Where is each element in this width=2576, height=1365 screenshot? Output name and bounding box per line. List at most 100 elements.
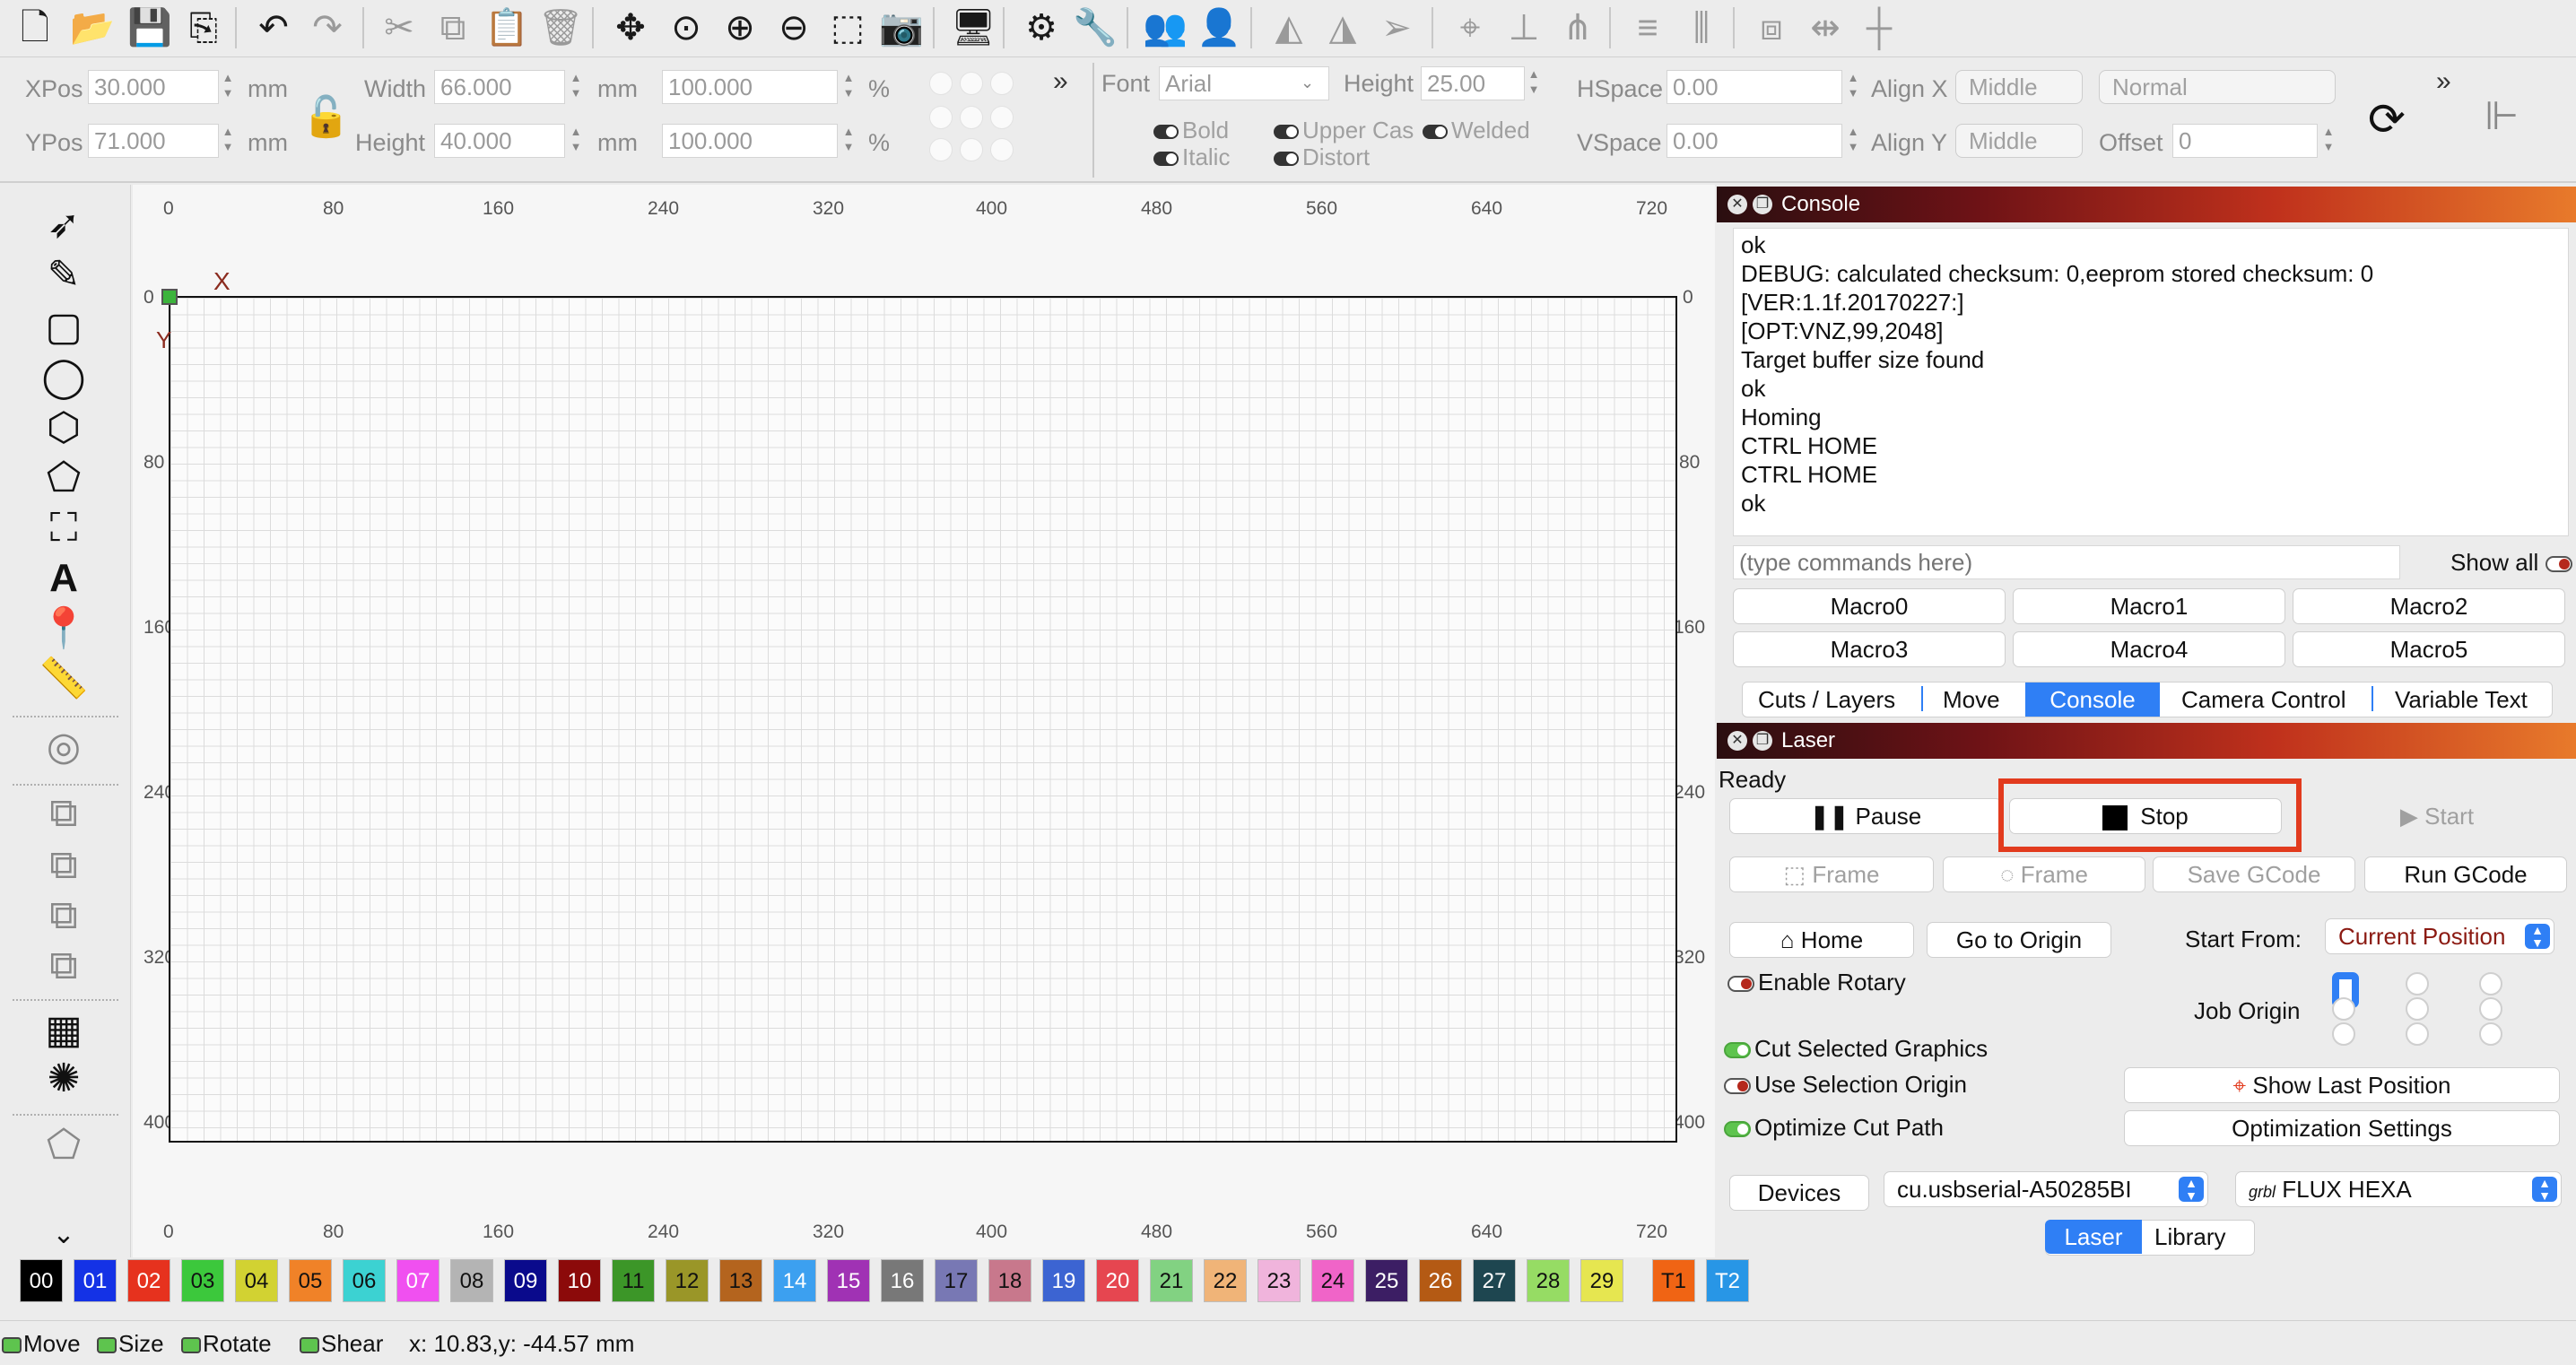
macro4-button[interactable]: Macro4 [2013, 631, 2285, 667]
mirror-h-icon[interactable]: ◭ [1266, 5, 1311, 50]
color-swatch-00[interactable]: 00 [20, 1259, 63, 1302]
zoom-fit-icon[interactable]: ⊙ [664, 5, 709, 50]
height-percent-stepper[interactable]: ▲ ▼ [841, 124, 856, 158]
enable-rotary-toggle[interactable]: Enable Rotary [1727, 969, 1906, 996]
tools-icon[interactable]: 🔧 [1073, 5, 1118, 50]
go-to-origin-button[interactable]: Go to Origin [1927, 922, 2111, 958]
color-swatch-02[interactable]: 02 [127, 1259, 170, 1302]
ellipse-icon[interactable]: ◯ [34, 355, 93, 400]
command-input[interactable] [1733, 545, 2400, 579]
ruler-icon[interactable]: 📏 [34, 656, 93, 701]
color-swatch-08[interactable]: 08 [450, 1259, 493, 1302]
welded-toggle[interactable]: Welded [1423, 117, 1530, 144]
select-rect-icon[interactable]: ⬚ [825, 5, 870, 50]
subtract-icon[interactable]: ⧉ [34, 893, 93, 938]
align-3-icon[interactable]: ⫼ [1679, 5, 1724, 50]
align-y-select[interactable]: Middle [1955, 124, 2083, 158]
float-icon[interactable]: ❐ [1753, 195, 1772, 214]
users-icon[interactable]: 👥 [1143, 5, 1188, 50]
font-height-stepper[interactable]: ▲ ▼ [1527, 66, 1541, 100]
italic-toggle[interactable]: Italic [1153, 143, 1230, 171]
cut-icon[interactable]: ✂ [377, 5, 422, 50]
tab-variable-text[interactable]: Variable Text [2395, 686, 2528, 714]
origin-ml-radio[interactable] [2332, 997, 2355, 1021]
position-frame-icon[interactable]: ⛶ [34, 506, 93, 551]
zoom-out-icon[interactable]: ⊖ [771, 5, 816, 50]
anchor-br[interactable] [990, 138, 1014, 161]
anchor-bc[interactable] [960, 138, 983, 161]
send-icon[interactable]: ➢ [1374, 5, 1419, 50]
macro2-button[interactable]: Macro2 [2293, 588, 2565, 624]
macro1-button[interactable]: Macro1 [2013, 588, 2285, 624]
anchor-mc[interactable] [960, 106, 983, 129]
macro5-button[interactable]: Macro5 [2293, 631, 2565, 667]
resize-icon[interactable]: ⇹ [1803, 5, 1848, 50]
weld-icon[interactable]: ⧉ [34, 791, 93, 836]
macro3-button[interactable]: Macro3 [1733, 631, 2006, 667]
port-select[interactable]: cu.usbserial-A50285BI ▲ ▼ [1884, 1171, 2208, 1207]
paste-icon[interactable]: 📋 [484, 5, 529, 50]
color-swatch-15[interactable]: 15 [827, 1259, 870, 1302]
color-swatch-03[interactable]: 03 [181, 1259, 224, 1302]
offset-stepper[interactable]: ▲ ▼ [2321, 124, 2336, 158]
distort-toggle[interactable]: Distort [1274, 143, 1370, 171]
show-all-toggle[interactable]: Show all [2450, 549, 2576, 577]
offset-shape-icon[interactable]: ◎ [34, 725, 93, 769]
color-swatch-13[interactable]: 13 [719, 1259, 762, 1302]
export-icon[interactable]: ⎘ [181, 5, 226, 50]
color-swatch-23[interactable]: 23 [1258, 1259, 1301, 1302]
origin-mr-radio[interactable] [2479, 997, 2502, 1021]
more-right-button[interactable]: » [2436, 66, 2451, 97]
color-swatch-T2[interactable]: T2 [1706, 1259, 1749, 1302]
height-percent-input[interactable]: 100.000 [662, 124, 838, 158]
color-swatch-27[interactable]: 27 [1473, 1259, 1516, 1302]
tab-library[interactable]: Library [2154, 1223, 2225, 1251]
width-input[interactable]: 66.000 [434, 70, 565, 104]
monitor-icon[interactable]: 🖥 [951, 5, 996, 50]
frame-circle-button[interactable]: ◌ Frame [1943, 856, 2145, 892]
color-swatch-25[interactable]: 25 [1365, 1259, 1408, 1302]
start-button[interactable]: ▶ Start [2309, 798, 2565, 834]
color-swatch-14[interactable]: 14 [773, 1259, 816, 1302]
origin-bc-radio[interactable] [2406, 1022, 2429, 1046]
anchor-ml[interactable] [929, 106, 953, 129]
vspace-input[interactable]: 0.00 [1667, 124, 1842, 158]
tab-laser[interactable]: Laser [2045, 1220, 2142, 1254]
grid-array-icon[interactable]: ▦ [34, 1008, 93, 1053]
zoom-in-icon[interactable]: ⊕ [718, 5, 762, 50]
bold-toggle[interactable]: Bold [1153, 117, 1229, 144]
more-left-button[interactable]: » [1053, 66, 1068, 97]
circular-array-icon[interactable]: ✺ [34, 1056, 93, 1101]
origin-bl-radio[interactable] [2332, 1022, 2355, 1046]
frame-rect-button[interactable]: ⬚ Frame [1729, 856, 1934, 892]
open-folder-icon[interactable]: 📂 [70, 5, 115, 50]
ypos-stepper[interactable]: ▲ ▼ [221, 124, 235, 158]
color-swatch-18[interactable]: 18 [988, 1259, 1031, 1302]
origin-tc-radio[interactable] [2406, 972, 2429, 995]
console-output[interactable]: ok DEBUG: calculated checksum: 0,eeprom … [1733, 228, 2569, 536]
cut-selected-toggle[interactable]: Cut Selected Graphics [1724, 1035, 1988, 1063]
color-swatch-28[interactable]: 28 [1527, 1259, 1570, 1302]
vspace-stepper[interactable]: ▲ ▼ [1846, 124, 1860, 158]
rectangle-icon[interactable]: ▢ [34, 305, 93, 350]
new-file-icon[interactable]: 🗋 [13, 5, 57, 50]
rotate-toggle[interactable]: Rotate [181, 1330, 272, 1358]
color-swatch-07[interactable]: 07 [396, 1259, 439, 1302]
work-area-grid[interactable] [169, 296, 1677, 1143]
save-gcode-button[interactable]: Save GCode [2153, 856, 2355, 892]
user-icon[interactable]: 👤 [1197, 5, 1241, 50]
pause-button[interactable]: ❚❚ Pause [1729, 798, 2002, 834]
align-x-select[interactable]: Middle [1955, 70, 2083, 104]
select-arrow-icon[interactable]: ➶ [34, 203, 93, 248]
run-gcode-button[interactable]: Run GCode [2364, 856, 2567, 892]
anchor-mr[interactable] [990, 106, 1014, 129]
move-toggle[interactable]: Move [2, 1330, 81, 1358]
size-toggle[interactable]: Size [97, 1330, 164, 1358]
color-swatch-20[interactable]: 20 [1096, 1259, 1139, 1302]
close-icon[interactable]: ✕ [1727, 731, 1747, 751]
polygon-icon[interactable]: ⬡ [34, 405, 93, 450]
text-mode-select[interactable]: Normal [2099, 70, 2336, 104]
origin-br-radio[interactable] [2479, 1022, 2502, 1046]
color-swatch-10[interactable]: 10 [558, 1259, 601, 1302]
anchor-tl[interactable] [929, 72, 953, 95]
